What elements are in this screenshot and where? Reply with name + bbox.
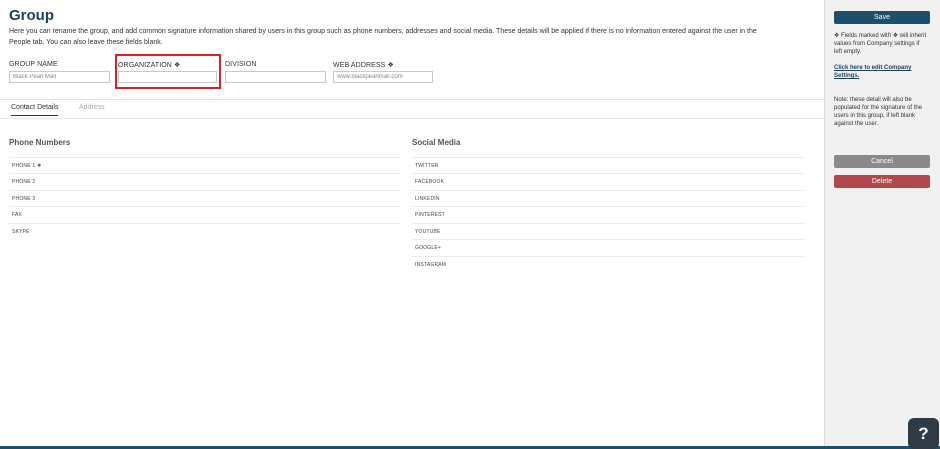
phone-3-row[interactable]: PHONE 3: [9, 190, 401, 206]
twitter-row[interactable]: TWITTER: [412, 157, 805, 173]
tab-contact-details[interactable]: Contact Details: [11, 104, 59, 116]
group-name-input[interactable]: [9, 71, 110, 83]
inherit-note: ❖ Fields marked with ❖ will inherit valu…: [834, 33, 927, 55]
tab-address[interactable]: Address: [79, 104, 105, 111]
fax-row[interactable]: FAX: [9, 206, 401, 222]
help-icon[interactable]: ?: [908, 418, 939, 449]
phone-numbers-title: Phone Numbers: [9, 138, 71, 147]
group-name-label: GROUP NAME: [9, 61, 58, 68]
cancel-button[interactable]: Cancel: [834, 155, 930, 168]
social-media-title: Social Media: [412, 138, 461, 147]
page-description: Here you can rename the group, and add c…: [9, 28, 757, 46]
division-input[interactable]: [225, 71, 326, 83]
phone-2-row[interactable]: PHONE 2: [9, 173, 401, 189]
web-address-label: WEB ADDRESS ❖: [333, 62, 394, 69]
youtube-row[interactable]: YOUTUBE: [412, 223, 805, 239]
save-button[interactable]: Save: [834, 11, 930, 24]
pinterest-row[interactable]: PINTEREST: [412, 206, 805, 222]
phone-1-row[interactable]: PHONE 1 ❖: [9, 157, 401, 173]
instagram-row[interactable]: INSTAGRAM: [412, 256, 805, 272]
delete-button[interactable]: Delete: [834, 175, 930, 188]
tab-bar: Contact Details Address: [0, 99, 824, 119]
populate-note: Note: these detail will also be populate…: [834, 97, 923, 127]
organization-highlight-box: [115, 54, 221, 89]
web-address-input[interactable]: [333, 71, 433, 83]
linkedin-row[interactable]: LINKEDIN: [412, 190, 805, 206]
page-title: Group: [9, 7, 54, 24]
facebook-row[interactable]: FACEBOOK: [412, 173, 805, 189]
skype-row[interactable]: SKYPE: [9, 223, 401, 239]
group-editor-main: Group Here you can rename the group, and…: [0, 0, 824, 449]
edit-company-settings-link[interactable]: Click here to edit Company Settings.: [834, 64, 928, 80]
division-label: DIVISION: [225, 61, 257, 68]
google-plus-row[interactable]: GOOGLE+: [412, 239, 805, 255]
